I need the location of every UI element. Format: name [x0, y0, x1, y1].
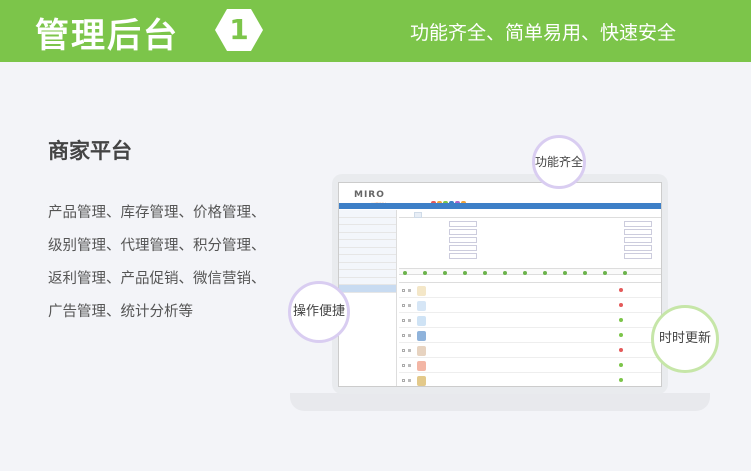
section-description: 产品管理、库存管理、价格管理、 级别管理、代理管理、积分管理、 返利管理、产品促… [48, 197, 298, 329]
form-row [399, 229, 661, 236]
table-row [399, 299, 661, 313]
description-line: 广告管理、统计分析等 [48, 304, 193, 320]
admin-screenshot: MIRO 米罗科技 [338, 182, 662, 387]
sidebar-item [339, 232, 396, 240]
sidebar-item [339, 210, 396, 218]
step-number-badge: 1 [215, 9, 263, 51]
laptop-base [290, 393, 710, 411]
screen-tabs [399, 212, 661, 218]
description-line: 产品管理、库存管理、价格管理、 [48, 205, 266, 221]
form-row [399, 253, 661, 260]
sidebar-item [339, 270, 396, 278]
form-row [399, 245, 661, 252]
sidebar-item [339, 240, 396, 248]
screen-nav-bar [339, 203, 661, 209]
form-row [399, 237, 661, 244]
screen-filter-form [399, 220, 661, 265]
easy-operation-bubble: 操作便捷 [288, 281, 350, 343]
sidebar-item [339, 255, 396, 263]
form-row [399, 221, 661, 228]
sidebar-item [339, 225, 396, 233]
screen-tab-active [414, 212, 423, 218]
screen-table-header [399, 276, 661, 283]
realtime-update-bubble: 时时更新 [651, 305, 719, 373]
section-heading: 商家平台 [48, 139, 132, 163]
table-row [399, 344, 661, 358]
screen-tab [399, 212, 405, 218]
feature-bubble: 功能齐全 [532, 135, 586, 189]
table-row [399, 359, 661, 373]
screen-tab [431, 212, 437, 218]
description-line: 级别管理、代理管理、积分管理、 [48, 238, 266, 254]
header-banner: 管理后台 1 功能齐全、简单易用、快速安全 [0, 0, 751, 62]
screen-logo: MIRO [354, 190, 385, 200]
table-row [399, 374, 661, 386]
sidebar-item [339, 217, 396, 225]
screen-action-toolbar [399, 268, 661, 275]
step-number: 1 [229, 13, 249, 46]
screen-sidebar [339, 210, 397, 386]
screen-content [399, 212, 661, 386]
table-row [399, 314, 661, 328]
sidebar-item-active [339, 285, 396, 293]
sidebar-item [339, 247, 396, 255]
banner-tagline: 功能齐全、简单易用、快速安全 [410, 22, 677, 44]
table-row [399, 284, 661, 298]
table-row [399, 329, 661, 343]
screen-toolbar-icons [431, 191, 475, 206]
sidebar-item [339, 277, 396, 285]
description-line: 返利管理、产品促销、微信营销、 [48, 271, 266, 287]
banner-title: 管理后台 [35, 16, 179, 56]
sidebar-item [339, 262, 396, 270]
